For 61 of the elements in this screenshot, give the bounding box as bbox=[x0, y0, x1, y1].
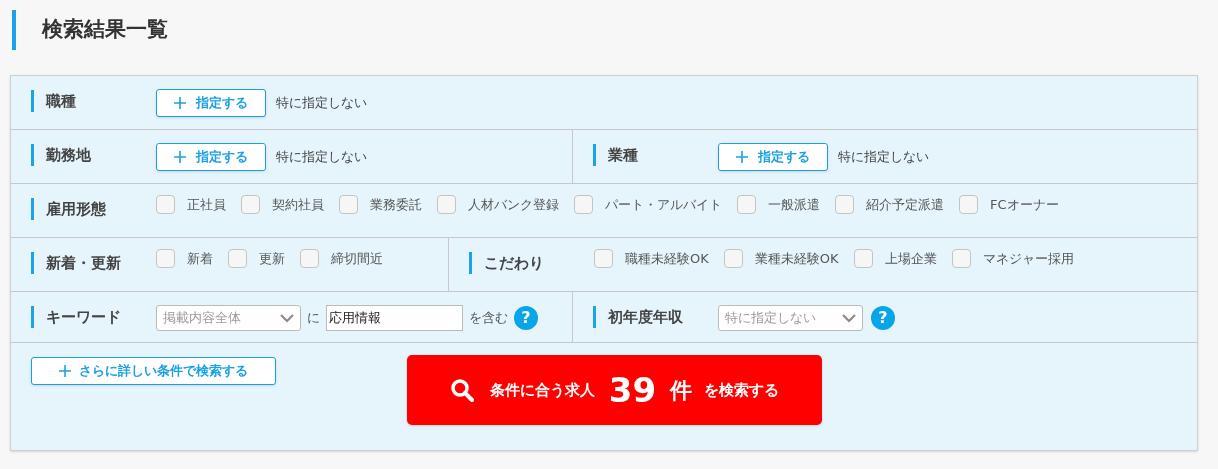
checkbox[interactable] bbox=[228, 249, 247, 269]
checkbox-label: 契約社員 bbox=[272, 196, 324, 214]
checkbox-label: 職種未経験OK bbox=[625, 250, 709, 268]
checkbox[interactable] bbox=[737, 195, 756, 215]
plus-icon bbox=[174, 97, 186, 109]
checkbox[interactable] bbox=[594, 249, 613, 269]
connector-text: に bbox=[307, 309, 320, 328]
field-label: 勤務地 bbox=[46, 145, 91, 166]
checkbox[interactable] bbox=[835, 195, 854, 215]
checkbox[interactable] bbox=[339, 195, 358, 215]
field-label: 雇用形態 bbox=[46, 199, 106, 220]
search-button[interactable]: 条件に合う求人 39 件 を検索する bbox=[407, 355, 822, 425]
plus-icon bbox=[736, 151, 748, 163]
checkbox-label: マネジャー採用 bbox=[982, 250, 1074, 268]
field-label: 初年度年収 bbox=[608, 307, 683, 328]
keyword-input[interactable]: 応用情報 bbox=[326, 305, 463, 331]
specify-button[interactable]: 指定する bbox=[156, 89, 266, 117]
checkbox-label: 新着 bbox=[187, 250, 213, 268]
checkbox[interactable] bbox=[574, 195, 593, 215]
search-icon bbox=[449, 378, 474, 402]
selection-value: 特に指定しない bbox=[276, 148, 367, 167]
checkbox-label: 更新 bbox=[259, 250, 285, 268]
more-conditions-button[interactable]: さらに詳しい条件で検索する bbox=[31, 357, 276, 385]
field-label: 新着・更新 bbox=[46, 253, 121, 274]
chevron-down-icon bbox=[842, 313, 856, 323]
checkbox[interactable] bbox=[959, 195, 978, 215]
checkbox-label: 業種未経験OK bbox=[754, 250, 839, 268]
checkbox-label: 業務委託 bbox=[370, 196, 422, 214]
salary-dropdown[interactable]: 特に指定しない bbox=[718, 305, 863, 331]
field-label: こだわり bbox=[484, 253, 544, 274]
plus-icon bbox=[59, 365, 71, 377]
plus-icon bbox=[174, 151, 186, 163]
specify-button[interactable]: 指定する bbox=[156, 143, 266, 171]
checkbox[interactable] bbox=[300, 249, 319, 269]
chevron-down-icon bbox=[280, 313, 294, 323]
specify-button[interactable]: 指定する bbox=[718, 143, 828, 171]
field-label: 職種 bbox=[46, 91, 76, 112]
checkbox-label: 一般派遣 bbox=[768, 196, 820, 214]
checkbox-label: 紹介予定派遣 bbox=[866, 196, 944, 214]
checkbox[interactable] bbox=[951, 249, 971, 269]
checkbox[interactable] bbox=[241, 195, 260, 215]
checkbox[interactable] bbox=[437, 195, 456, 215]
checkbox[interactable] bbox=[853, 249, 873, 269]
checkbox-label: パート・アルバイト bbox=[605, 196, 722, 214]
selection-value: 特に指定しない bbox=[838, 148, 929, 167]
suffix-text: を含む bbox=[469, 309, 508, 328]
scope-dropdown[interactable]: 掲載内容全体 bbox=[156, 305, 301, 331]
checkbox[interactable] bbox=[156, 195, 175, 215]
checkbox-label: 人材バンク登録 bbox=[468, 196, 559, 214]
checkbox[interactable] bbox=[156, 249, 175, 269]
help-icon[interactable]: ? bbox=[514, 306, 538, 330]
help-icon[interactable]: ? bbox=[871, 306, 895, 330]
checkbox-label: 上場企業 bbox=[884, 250, 937, 268]
checkbox-label: 正社員 bbox=[187, 196, 226, 214]
checkbox-label: FCオーナー bbox=[990, 196, 1059, 214]
field-label: 業種 bbox=[608, 145, 638, 166]
selection-value: 特に指定しない bbox=[276, 94, 367, 113]
checkbox[interactable] bbox=[723, 249, 743, 269]
field-label: キーワード bbox=[46, 307, 121, 328]
page-title: 検索結果一覧 bbox=[42, 16, 168, 44]
checkbox-label: 締切間近 bbox=[331, 250, 383, 268]
